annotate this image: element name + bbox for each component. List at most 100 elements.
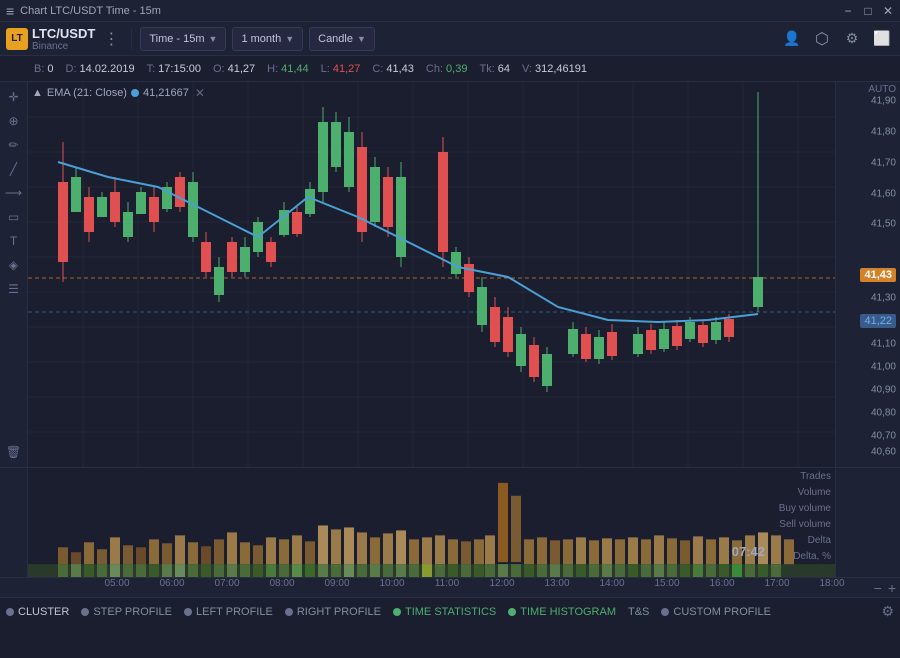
time-1700: 17:00 <box>764 578 789 589</box>
time-statistics-button[interactable]: TIME STATISTICS <box>393 606 496 618</box>
cluster-dot <box>6 608 14 616</box>
dropdown-arrow: ▼ <box>357 34 366 44</box>
ema-name: EMA (21: Close) <box>47 87 127 99</box>
settings-icon[interactable]: ⚙ <box>840 27 864 51</box>
time-statistics-dot <box>393 608 401 616</box>
ohlc-o: O: 41,27 <box>213 63 255 75</box>
pencil-tool[interactable]: ✏ <box>3 134 25 156</box>
time-1100: 11:00 <box>435 578 459 589</box>
price-4110: 41,10 <box>871 338 896 349</box>
crosshair-tool[interactable]: ⊕ <box>3 110 25 132</box>
ohlc-l: L: 41,27 <box>321 63 361 75</box>
price-4090: 40,90 <box>871 385 896 396</box>
price-4060: 40,60 <box>871 446 896 457</box>
time-histogram-dot <box>508 608 516 616</box>
time-1300: 13:00 <box>544 578 569 589</box>
custom-profile-dot <box>661 608 669 616</box>
zoom-plus-button[interactable]: + <box>888 580 896 596</box>
price-scale: AUTO 41,90 41,80 41,70 41,60 41,50 41,43… <box>835 82 900 467</box>
trades-label: Trades <box>779 469 831 485</box>
list-tool[interactable]: ☰ <box>3 278 25 300</box>
custom-profile-label: CUSTOM PROFILE <box>673 606 771 618</box>
left-toolbar: ✛ ⊕ ✏ ╱ ⟶ ▭ T ◈ ☰ 🗑 <box>0 82 28 467</box>
time-1500: 15:00 <box>654 578 679 589</box>
step-profile-dot <box>81 608 89 616</box>
ohlc-d: D: 14.02.2019 <box>66 63 135 75</box>
menu-icon[interactable]: ≡ <box>6 3 14 19</box>
ohlc-ch: Ch: 0,39 <box>426 63 468 75</box>
volume-chart-area: Trades Volume Buy volume Sell volume Del… <box>28 468 835 577</box>
volume-label: Volume <box>779 485 831 501</box>
cursor-tool[interactable]: ✛ <box>3 86 25 108</box>
cluster-button[interactable]: CLUSTER <box>6 606 69 618</box>
exchange-name: Binance <box>32 41 95 52</box>
cluster-label: CLUSTER <box>18 606 69 618</box>
minimize-button[interactable]: − <box>842 5 854 17</box>
ohlc-t: T: 17:15:00 <box>147 63 201 75</box>
price-4100: 41,00 <box>871 361 896 372</box>
time-1600: 16:00 <box>709 578 734 589</box>
time-axis: 05:00 06:00 07:00 08:00 09:00 10:00 11:0… <box>0 577 900 597</box>
time-histogram-button[interactable]: TIME HISTOGRAM <box>508 606 616 618</box>
volume-left-spacer <box>0 468 28 577</box>
time-0700: 07:00 <box>214 578 239 589</box>
right-profile-button[interactable]: RIGHT PROFILE <box>285 606 381 618</box>
symbol-block: LT LTC/USDT Binance ⋮ <box>6 26 123 52</box>
trades-labels: Trades Volume Buy volume Sell volume Del… <box>779 469 831 565</box>
custom-profile-button[interactable]: CUSTOM PROFILE <box>661 606 771 618</box>
price-4150: 41,50 <box>871 219 896 230</box>
dropdown-arrow: ▼ <box>209 34 218 44</box>
ohlc-bar: B: 0 D: 14.02.2019 T: 17:15:00 O: 41,27 … <box>0 56 900 82</box>
symbol-menu-icon[interactable]: ⋮ <box>99 29 123 49</box>
chart-area[interactable]: ▲ EMA (21: Close) 41,21667 ✕ <box>28 82 835 467</box>
rect-tool[interactable]: ▭ <box>3 206 25 228</box>
ema-color-dot <box>131 89 139 97</box>
close-button[interactable]: ✕ <box>882 5 894 17</box>
ts-label: T&S <box>628 606 649 618</box>
time-0900: 09:00 <box>324 578 349 589</box>
time-statistics-label: TIME STATISTICS <box>405 606 496 618</box>
hex-icon[interactable]: ⬡ <box>810 27 834 51</box>
ray-tool[interactable]: ⟶ <box>3 182 25 204</box>
ema-indicator-label: ▲ <box>32 87 43 99</box>
separator <box>131 29 132 49</box>
text-tool[interactable]: T <box>3 230 25 252</box>
timeframe-selector[interactable]: Time - 15m ▼ <box>140 27 226 51</box>
time-1800: 18:00 <box>819 578 844 589</box>
symbol-info: LTC/USDT Binance <box>32 26 95 52</box>
ema-close-button[interactable]: ✕ <box>195 86 205 100</box>
time-axis-controls: − + <box>835 580 900 596</box>
ohlc-c: C: 41,43 <box>372 63 414 75</box>
right-profile-dot <box>285 608 293 616</box>
symbol-icon: LT <box>6 28 28 50</box>
volume-price-scale <box>835 468 900 577</box>
step-profile-button[interactable]: STEP PROFILE <box>81 606 172 618</box>
delta-pct-label: Delta, % <box>779 549 831 565</box>
chart-type-selector[interactable]: Candle ▼ <box>309 27 375 51</box>
price-4070: 40,70 <box>871 431 896 442</box>
buy-volume-label: Buy volume <box>779 501 831 517</box>
left-profile-button[interactable]: LEFT PROFILE <box>184 606 273 618</box>
current-price-label: 41,43 <box>860 268 896 282</box>
ohlc-tk: Tk: 64 <box>479 63 510 75</box>
layout-icon[interactable]: ⬜ <box>870 27 894 51</box>
zoom-minus-button[interactable]: − <box>874 580 882 596</box>
left-profile-dot <box>184 608 192 616</box>
right-profile-label: RIGHT PROFILE <box>297 606 381 618</box>
add-tool[interactable]: 🗑 <box>3 441 25 463</box>
line-tool[interactable]: ╱ <box>3 158 25 180</box>
bottom-right: ⚙ <box>881 603 894 620</box>
period-selector[interactable]: 1 month ▼ <box>232 27 303 51</box>
measure-tool[interactable]: ◈ <box>3 254 25 276</box>
sell-volume-label: Sell volume <box>779 517 831 533</box>
maximize-button[interactable]: □ <box>862 5 874 17</box>
price-4170: 41,70 <box>871 157 896 168</box>
chart-svg <box>28 82 835 467</box>
time-0600: 06:00 <box>159 578 184 589</box>
volume-row: Trades Volume Buy volume Sell volume Del… <box>0 467 900 577</box>
ts-button[interactable]: T&S <box>628 606 649 618</box>
user-icon[interactable]: 👤 <box>780 27 804 51</box>
delta-label: Delta <box>779 533 831 549</box>
bottom-gear-button[interactable]: ⚙ <box>881 603 894 620</box>
window-title: Chart LTC/USDT Time - 15m <box>20 5 161 17</box>
